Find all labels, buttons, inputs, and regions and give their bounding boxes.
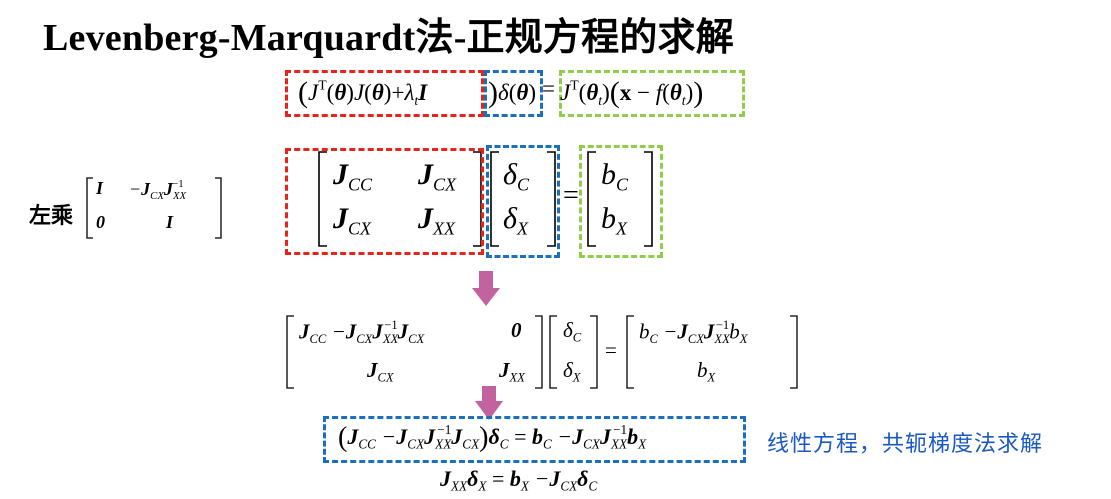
down-arrow-icon [475, 386, 503, 420]
trans-d2: δX [563, 358, 581, 385]
block-b2: bX [601, 202, 627, 239]
back-sub-eq: JXXδX = bX −JCXδC [440, 466, 598, 494]
block-equals: = [563, 180, 579, 211]
block-a22: JXX [418, 202, 455, 239]
trans-a12: 0 [511, 318, 522, 342]
mult-r1c2: −JCXJXX−1 [129, 178, 187, 202]
trans-a21: JCX [367, 358, 394, 385]
block-a11: JCC [333, 158, 373, 195]
solve-method-label: 线性方程，共轭梯度法求解 [767, 432, 1044, 457]
trans-b2: bX [697, 358, 716, 385]
block-b1: bC [601, 158, 629, 195]
mult-r2c1: 0 [96, 212, 105, 232]
block-d2: δX [503, 202, 528, 239]
block-a12: JCX [418, 158, 457, 195]
mult-r2c2: I [166, 212, 174, 232]
trans-a22: JXX [499, 358, 525, 385]
schur-eq: (JCC −JCXJXX−1JCX)δC = bC −JCXJXX−1bX [338, 422, 647, 453]
down-arrow-icon [472, 271, 500, 306]
mult-r1c1: I [96, 178, 104, 198]
trans-a11: JCC −JCXJXX−1JCX [299, 318, 425, 346]
trans-equals: = [605, 338, 617, 362]
trans-b1: bC −JCXJXX−1bX [639, 318, 748, 346]
block-d1: δC [503, 158, 529, 195]
trans-d1: δC [563, 318, 582, 345]
block-a21: JCX [333, 202, 372, 239]
